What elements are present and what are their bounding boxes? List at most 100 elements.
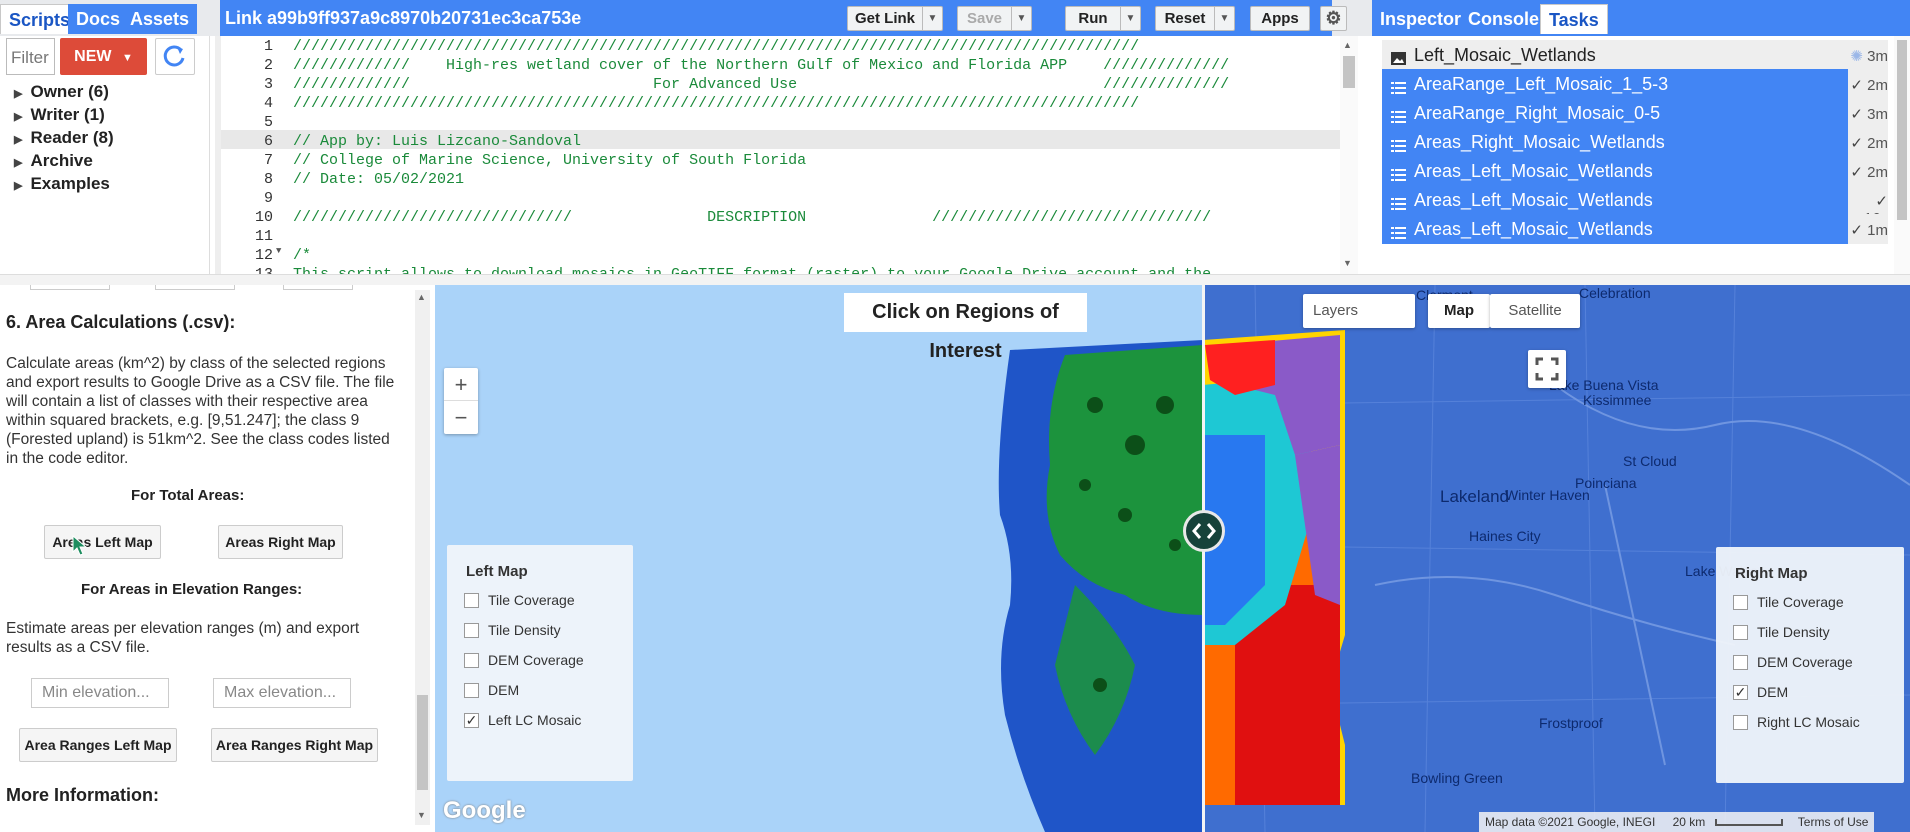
fullscreen-button[interactable] [1528,350,1566,388]
layer-checkbox[interactable] [464,653,479,668]
terms-link[interactable]: Terms of Use [1798,815,1869,829]
tree-item-writer[interactable]: ▶ Writer (1) [14,105,105,125]
check-icon: ✓ [1875,193,1888,210]
chevron-down-icon[interactable]: ▼ [1011,7,1031,30]
tree-item-archive[interactable]: ▶ Archive [14,151,93,171]
areas-right-map-button[interactable]: Areas Right Map [218,525,343,559]
refresh-icon [163,45,185,67]
zoom-in-button[interactable]: + [444,368,478,401]
task-name: Areas_Left_Mosaic_Wetlands [1414,161,1653,181]
panel-scrollbar[interactable]: ▲ ▼ [415,290,430,825]
tree-item-examples[interactable]: ▶ Examples [14,174,110,194]
line-number: 7 [263,152,273,169]
layer-checkbox[interactable] [464,623,479,638]
table-icon [1391,223,1406,239]
left-map-legend: Left Map Tile Coverage Tile Density DEM Co… [447,545,633,781]
editor-toolbar: Link a99b9ff937a9c8970b20731ec3ca753e Ge… [220,0,1347,36]
new-button[interactable]: NEW ▼ [60,38,147,75]
layer-checkbox[interactable] [464,683,479,698]
scroll-up-icon[interactable]: ▲ [1343,40,1352,50]
panel-splitter[interactable] [0,274,1910,285]
settings-button[interactable]: ⚙ [1320,6,1347,31]
layer-label: Tile Density [488,622,561,638]
max-elevation-input[interactable]: Max elevation... [213,678,351,708]
layer-checkbox[interactable]: ✓ [1733,685,1748,700]
code-scrollbar[interactable]: ▲ ▼ [1340,36,1358,274]
scale-text: 20 km [1672,815,1706,829]
task-name: Left_Mosaic_Wetlands [1414,45,1596,65]
code-line: // Date: 05/02/2021 [293,171,465,188]
zoom-out-button[interactable]: − [444,401,478,434]
layer-checkbox[interactable] [1733,595,1748,610]
clipped-button [283,285,353,290]
right-legend-title: Right Map [1735,565,1808,582]
code-line: // App by: Luis Lizcano-Sandoval [293,133,582,150]
line-number: 3 [263,76,273,93]
line-number: 4 [263,95,273,112]
area-ranges-left-map-button[interactable]: Area Ranges Left Map [19,728,177,762]
map-view[interactable]: Lakeland Winter Haven Kissimmee St Cloud Hai… [435,285,1910,832]
layer-checkbox[interactable]: ✓ [464,713,479,728]
tree-label: Examples [30,174,110,193]
layer-checkbox[interactable] [1733,625,1748,640]
chevron-down-icon[interactable]: ▼ [922,7,942,30]
apps-button[interactable]: Apps [1250,6,1310,31]
tree-item-owner[interactable]: ▶ Owner (6) [14,82,109,102]
right-panel-tabs: Inspector Console Tasks [1372,0,1910,36]
chevron-down-icon[interactable]: ▼ [1214,7,1234,30]
task-time: 2m [1867,164,1888,181]
tab-assets[interactable]: Assets [122,4,198,34]
map-attribution: Map data ©2021 Google, INEGI 20 km Terms… [1479,812,1875,832]
map-type-satellite-button[interactable]: Satellite [1490,294,1580,328]
tab-tasks[interactable]: Tasks [1540,4,1608,34]
get-link-button[interactable]: Get Link ▼ [847,6,943,31]
line-number: 11 [254,228,273,245]
task-item[interactable]: Left_Mosaic_Wetlands [1382,40,1848,70]
tree-item-reader[interactable]: ▶ Reader (8) [14,128,114,148]
line-number: 1 [263,38,273,55]
task-status: ✓ 2m [1848,156,1888,186]
scroll-down-icon[interactable]: ▼ [1343,258,1352,268]
reset-button[interactable]: Reset ▼ [1155,6,1235,31]
task-item[interactable]: Areas_Left_Mosaic_Wetlands [1382,156,1848,186]
task-item[interactable]: Areas_Right_Mosaic_Wetlands [1382,127,1848,157]
area-ranges-right-map-button[interactable]: Area Ranges Right Map [211,728,378,762]
task-item[interactable]: Areas_Left_Mosaic_Wetlands [1382,214,1848,244]
layer-checkbox[interactable] [1733,655,1748,670]
fold-icon[interactable]: ▼ [276,246,281,256]
save-button[interactable]: Save ▼ [957,6,1032,31]
chevron-down-icon[interactable]: ▼ [1120,7,1140,30]
areas-left-map-button[interactable]: Areas Left Map [44,525,161,559]
task-item[interactable]: Areas_Left_Mosaic_Wetlands [1382,185,1848,215]
table-icon [1391,194,1406,210]
layer-checkbox[interactable] [1733,715,1748,730]
task-item[interactable]: AreaRange_Right_Mosaic_0-5 [1382,98,1848,128]
code-editor[interactable]: 1 ///////////////////////////////////////… [215,36,1363,274]
tab-docs[interactable]: Docs [68,4,129,34]
map-banner: Click on Regions of Interest [844,293,1087,362]
scrollbar-thumb[interactable] [417,695,428,790]
scroll-down-icon[interactable]: ▼ [417,810,426,820]
filter-input[interactable]: Filter [6,38,55,75]
place-label: Frostproof [1539,715,1603,731]
layer-checkbox[interactable] [464,593,479,608]
table-icon [1391,165,1406,181]
min-elevation-input[interactable]: Min elevation... [31,678,169,708]
layers-dropdown[interactable]: Layers [1303,294,1415,328]
layer-label: DEM Coverage [1757,654,1853,670]
scrollbar-thumb[interactable] [1897,40,1907,220]
swipe-handle[interactable] [1183,510,1225,552]
task-status: ✓ 16s [1848,185,1888,227]
tab-inspector[interactable]: Inspector [1372,4,1469,34]
task-item[interactable]: AreaRange_Left_Mosaic_1_5-3 [1382,69,1848,99]
chevron-right-icon: ▶ [14,134,23,146]
tasks-scrollbar[interactable] [1894,36,1910,274]
refresh-button[interactable] [155,38,195,75]
task-name: Areas_Right_Mosaic_Wetlands [1414,132,1665,152]
task-time: 1m [1867,222,1888,239]
map-type-map-button[interactable]: Map [1428,294,1490,328]
run-button[interactable]: Run ▼ [1065,6,1141,31]
scroll-up-icon[interactable]: ▲ [417,292,426,302]
tab-console[interactable]: Console [1460,4,1547,34]
scrollbar-thumb[interactable] [1343,56,1355,88]
